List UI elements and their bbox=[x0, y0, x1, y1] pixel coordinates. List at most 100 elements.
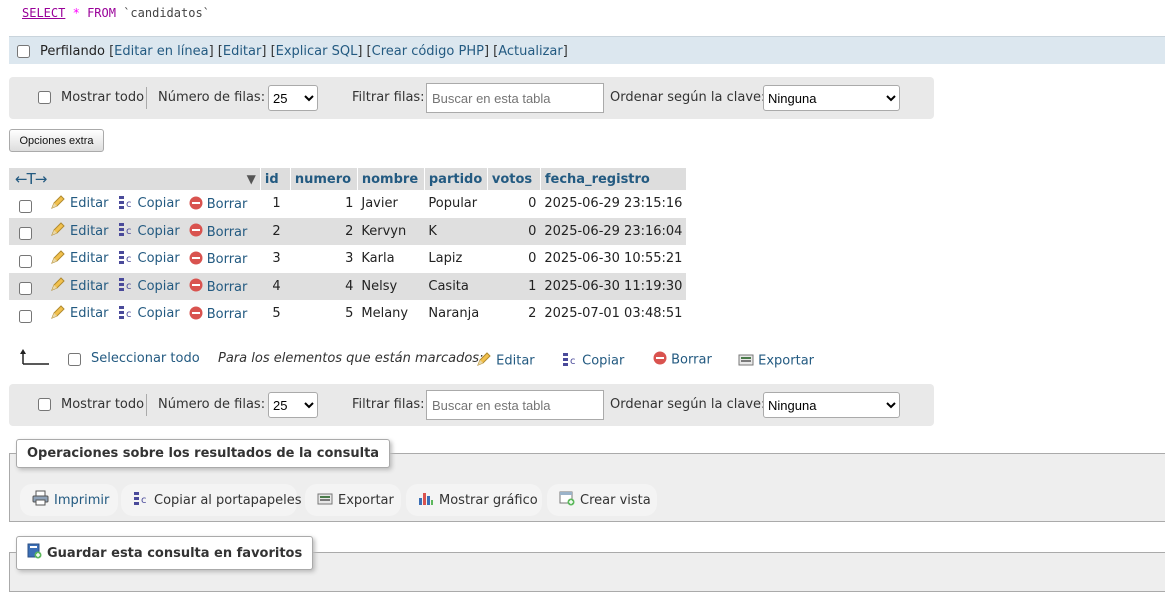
delete-icon bbox=[189, 278, 203, 296]
cell-partido[interactable]: Casita bbox=[424, 272, 488, 300]
cell-fecha-registro[interactable]: 2025-06-30 10:55:21 bbox=[540, 245, 687, 273]
table-row[interactable]: Editar c Copiar Borrar 5 5 Melany Naranja 2 2025-… bbox=[9, 300, 687, 328]
col-header-numero[interactable]: numero bbox=[290, 168, 358, 190]
copy-clipboard-button[interactable]: c Copiar al portapapeles bbox=[121, 484, 302, 516]
sort-select-bottom[interactable]: Ninguna bbox=[763, 392, 900, 418]
cell-numero[interactable]: 3 bbox=[290, 245, 358, 273]
rows-select[interactable]: 25 bbox=[268, 85, 318, 111]
cell-nombre[interactable]: Kervyn bbox=[357, 217, 425, 245]
row-copy-button[interactable]: c Copiar bbox=[118, 249, 180, 269]
profiling-checkbox[interactable] bbox=[17, 45, 30, 58]
cell-votos[interactable]: 2 bbox=[487, 300, 541, 328]
cell-numero[interactable]: 2 bbox=[290, 217, 358, 245]
print-button[interactable]: Imprimir bbox=[20, 484, 118, 516]
cell-id[interactable]: 3 bbox=[260, 245, 291, 273]
search-input-bottom[interactable] bbox=[426, 390, 604, 420]
row-copy-button[interactable]: c Copiar bbox=[118, 221, 180, 241]
column-resize-icon[interactable]: ←T→ bbox=[15, 170, 47, 188]
col-header-votos[interactable]: votos bbox=[487, 168, 541, 190]
cell-partido[interactable]: Popular bbox=[424, 190, 488, 218]
cell-id[interactable]: 4 bbox=[260, 272, 291, 300]
table-row[interactable]: Editar c Copiar Borrar 4 4 Nelsy Casita 1 2025-06… bbox=[9, 272, 687, 300]
cell-nombre[interactable]: Karla bbox=[357, 245, 425, 273]
row-checkbox[interactable] bbox=[19, 309, 32, 323]
cell-numero[interactable]: 5 bbox=[290, 300, 358, 328]
row-edit-button[interactable]: Editar bbox=[50, 249, 109, 269]
show-all-checkbox-bottom[interactable] bbox=[38, 398, 51, 411]
marked-copy-button[interactable]: c Copiar bbox=[562, 351, 624, 371]
marked-delete-button[interactable]: Borrar bbox=[653, 351, 712, 369]
export-button[interactable]: Exportar bbox=[305, 484, 401, 516]
show-all-label-bottom[interactable]: Mostrar todo bbox=[61, 397, 144, 412]
row-delete-button[interactable]: Borrar bbox=[189, 223, 247, 241]
marked-edit-button[interactable]: Editar bbox=[476, 351, 535, 371]
cell-votos[interactable]: 0 bbox=[487, 245, 541, 273]
row-edit-button[interactable]: Editar bbox=[50, 276, 109, 296]
create-php-link[interactable]: Crear código PHP bbox=[372, 44, 484, 59]
col-header-partido[interactable]: partido bbox=[424, 168, 488, 190]
row-delete-button[interactable]: Borrar bbox=[189, 251, 247, 269]
col-header-id[interactable]: id bbox=[260, 168, 291, 190]
extra-options-button[interactable]: Opciones extra bbox=[9, 129, 104, 152]
cell-id[interactable]: 2 bbox=[260, 217, 291, 245]
cell-id[interactable]: 5 bbox=[260, 300, 291, 328]
cell-id[interactable]: 1 bbox=[260, 190, 291, 218]
cell-nombre[interactable]: Melany bbox=[357, 300, 425, 328]
create-view-button[interactable]: Crear vista bbox=[547, 484, 657, 516]
triangle-down-icon[interactable]: ▼ bbox=[247, 172, 256, 186]
col-header-nombre[interactable]: nombre bbox=[357, 168, 425, 190]
sql-keyword-select[interactable]: SELECT bbox=[22, 6, 65, 20]
row-delete-button[interactable]: Borrar bbox=[189, 196, 247, 214]
row-copy-button[interactable]: c Copiar bbox=[118, 276, 180, 296]
row-checkbox[interactable] bbox=[19, 282, 32, 296]
show-chart-button[interactable]: Mostrar gráfico bbox=[406, 484, 542, 516]
bookmark-title: Guardar esta consulta en favoritos bbox=[16, 536, 314, 570]
show-all-checkbox[interactable] bbox=[38, 91, 51, 104]
cell-fecha-registro[interactable]: 2025-07-01 03:48:51 bbox=[540, 300, 687, 328]
cell-partido[interactable]: Naranja bbox=[424, 300, 488, 328]
row-copy-button[interactable]: c Copiar bbox=[118, 194, 180, 214]
table-row[interactable]: Editar c Copiar Borrar 1 1 Javier Popular 0 2025-… bbox=[9, 190, 687, 218]
table-row[interactable]: Editar c Copiar Borrar 3 3 Karla Lapiz 0 2025-06-… bbox=[9, 245, 687, 273]
refresh-link[interactable]: Actualizar bbox=[498, 44, 562, 59]
table-row[interactable]: Editar c Copiar Borrar 2 2 Kervyn K 0 2025-06-29 … bbox=[9, 217, 687, 245]
edit-inline-link[interactable]: Editar en línea bbox=[114, 44, 208, 59]
row-checkbox[interactable] bbox=[19, 199, 32, 213]
cell-fecha-registro[interactable]: 2025-06-29 23:15:16 bbox=[540, 190, 687, 218]
cell-numero[interactable]: 4 bbox=[290, 272, 358, 300]
cell-votos[interactable]: 0 bbox=[487, 217, 541, 245]
cell-partido[interactable]: Lapiz bbox=[424, 245, 488, 273]
sql-star: * bbox=[72, 6, 80, 20]
row-delete-button[interactable]: Borrar bbox=[189, 306, 247, 324]
row-checkbox[interactable] bbox=[19, 254, 32, 268]
sort-select[interactable]: Ninguna bbox=[763, 85, 900, 111]
col-header-fecha-registro[interactable]: fecha_registro bbox=[540, 168, 687, 190]
cell-numero[interactable]: 1 bbox=[290, 190, 358, 218]
row-checkbox[interactable] bbox=[19, 227, 32, 241]
cell-nombre[interactable]: Nelsy bbox=[357, 272, 425, 300]
row-edit-button[interactable]: Editar bbox=[50, 221, 109, 241]
cell-fecha-registro[interactable]: 2025-06-29 23:16:04 bbox=[540, 217, 687, 245]
row-edit-button[interactable]: Editar bbox=[50, 194, 109, 214]
row-edit-button[interactable]: Editar bbox=[50, 304, 109, 324]
results-table: ←T→ ▼ id numero nombre partido votos fec… bbox=[9, 168, 687, 328]
cell-nombre[interactable]: Javier bbox=[357, 190, 425, 218]
row-copy-button[interactable]: c Copiar bbox=[118, 304, 180, 324]
row-delete-button[interactable]: Borrar bbox=[189, 278, 247, 296]
explain-sql-link[interactable]: Explicar SQL bbox=[276, 44, 358, 59]
cell-votos[interactable]: 0 bbox=[487, 190, 541, 218]
select-all-link[interactable]: Seleccionar todo bbox=[91, 351, 200, 366]
cell-votos[interactable]: 1 bbox=[487, 272, 541, 300]
cell-partido[interactable]: K bbox=[424, 217, 488, 245]
rows-select-bottom[interactable]: 25 bbox=[268, 392, 318, 418]
select-all-checkbox[interactable] bbox=[68, 353, 81, 366]
profiling-links: Perfilando [Editar en línea] [Editar] [E… bbox=[40, 44, 568, 59]
rows-label: Número de filas: bbox=[158, 90, 266, 105]
cell-fecha-registro[interactable]: 2025-06-30 11:19:30 bbox=[540, 272, 687, 300]
marked-export-button[interactable]: Exportar bbox=[738, 351, 814, 371]
pencil-icon bbox=[476, 351, 492, 371]
copy-icon: c bbox=[133, 490, 149, 510]
search-input[interactable] bbox=[426, 83, 604, 113]
edit-link[interactable]: Editar bbox=[223, 44, 262, 59]
show-all-label[interactable]: Mostrar todo bbox=[61, 90, 144, 105]
